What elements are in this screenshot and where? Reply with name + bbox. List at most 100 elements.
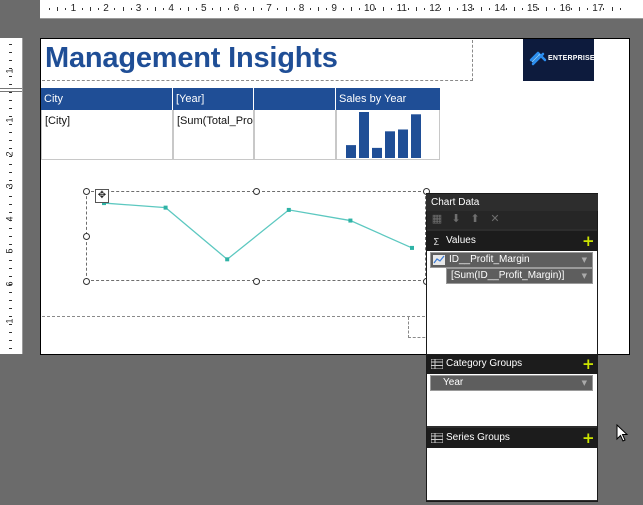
ruler-number: 5 [201, 3, 207, 14]
header-city[interactable]: City [41, 88, 173, 110]
ruler-tick [195, 8, 197, 10]
ruler-tick [9, 348, 12, 349]
ruler-number: 1 [4, 117, 15, 123]
logo-cross-icon [529, 51, 547, 66]
ruler-tick [513, 7, 515, 11]
move-down-icon[interactable]: ⬇ [450, 213, 462, 225]
add-series-group-button[interactable]: + [582, 431, 595, 446]
line-marker [410, 245, 414, 250]
ruler-tick [611, 7, 613, 11]
cell-sparkline[interactable] [336, 110, 440, 160]
header-year[interactable]: [Year] [173, 88, 254, 110]
ruler-tick [9, 332, 12, 333]
header-blank[interactable] [254, 88, 336, 110]
line-chart-icon [433, 255, 445, 265]
ruler-tick [9, 148, 12, 149]
ruler-tick [603, 8, 605, 10]
resize-handle-b[interactable] [253, 278, 260, 285]
ruler-tick [9, 196, 12, 197]
ruler-tick [179, 8, 181, 10]
ruler-tick [407, 8, 409, 10]
ruler-tick [9, 52, 12, 53]
ruler-tick [375, 8, 377, 10]
ruler-tick [9, 260, 12, 261]
ruler-number: 6 [233, 3, 240, 14]
add-value-button[interactable]: + [582, 234, 595, 249]
resize-handle-bl[interactable] [83, 278, 90, 285]
ruler-number: 16 [559, 3, 571, 14]
ruler-number: 1 [70, 3, 77, 14]
chevron-down-icon[interactable]: ▼ [582, 253, 587, 267]
table-icon [431, 359, 443, 369]
ruler-tick [538, 8, 540, 10]
ruler-number: 4 [168, 3, 174, 14]
ruler-tick [9, 204, 12, 205]
sum-icon: Σ [433, 237, 439, 246]
ruler-tick [489, 8, 491, 10]
ruler-tick [619, 8, 621, 10]
add-category-group-button[interactable]: + [582, 357, 595, 372]
value-expression-field[interactable]: [Sum(ID__Profit_Margin)] ▼ [446, 268, 593, 284]
line-chart-plot [102, 201, 414, 262]
ruler-tick [415, 7, 417, 11]
delete-icon[interactable]: ✕ [489, 213, 501, 225]
ruler-separator [0, 91, 22, 92]
mouse-cursor-icon [616, 424, 629, 442]
sparkline-bar [398, 129, 408, 158]
ruler-tick [448, 7, 450, 11]
series-groups-list [427, 448, 597, 500]
ruler-tick [228, 8, 230, 10]
ruler-tick [130, 8, 132, 10]
ruler-tick [9, 108, 12, 109]
ruler-tick [481, 7, 483, 11]
ruler-tick [81, 8, 83, 10]
ruler-tick [163, 8, 165, 10]
properties-icon[interactable]: ▦ [431, 213, 443, 225]
ruler-tick [9, 172, 12, 173]
ruler-tick [252, 7, 254, 11]
category-groups-label: Category Groups [446, 358, 523, 369]
ruler-tick [9, 244, 12, 245]
value-expression-label: [Sum(ID__Profit_Margin)] [451, 270, 565, 281]
ruler-tick [9, 316, 12, 317]
ruler-tick [587, 8, 589, 10]
header-sales-by-year[interactable]: Sales by Year [336, 88, 440, 110]
ruler-tick [578, 7, 580, 11]
move-handle-icon[interactable]: ✥ [95, 189, 109, 203]
ruler-number: 2 [103, 3, 109, 14]
chevron-down-icon[interactable]: ▼ [582, 269, 587, 283]
table-icon [431, 433, 443, 443]
ruler-number: 15 [527, 3, 539, 14]
line-series [103, 202, 413, 261]
cell-blank[interactable] [254, 110, 336, 160]
value-series-field[interactable]: ID__Profit_Margin ▼ [430, 252, 593, 268]
svg-text:Σ: Σ [433, 237, 439, 246]
page-title: Management Insights [45, 42, 338, 74]
ruler-tick [187, 7, 189, 11]
resize-handle-t[interactable] [253, 188, 260, 195]
ruler-tick [440, 8, 442, 10]
values-label: Values [446, 235, 476, 246]
ruler-tick [146, 8, 148, 10]
cell-city[interactable]: [City] [41, 110, 173, 160]
line-chart[interactable] [86, 191, 426, 281]
ruler-tick [309, 8, 311, 10]
category-year-field[interactable]: Year ▼ [430, 375, 593, 391]
resize-handle-l[interactable] [83, 233, 90, 240]
chevron-down-icon[interactable]: ▼ [582, 376, 587, 390]
ruler-tick [9, 140, 12, 141]
ruler-tick [342, 8, 344, 10]
values-section-header: Values [427, 231, 597, 251]
line-marker [225, 257, 230, 262]
move-up-icon[interactable]: ⬆ [469, 213, 481, 225]
ruler-tick [285, 7, 287, 11]
ruler-tick [155, 7, 157, 11]
sparkline-bar [359, 112, 369, 158]
cell-sum-total-profit[interactable]: [Sum(Total_Pro [173, 110, 254, 160]
ruler-tick [277, 8, 279, 10]
ruler-tick [49, 8, 51, 10]
resize-handle-tl[interactable] [83, 188, 90, 195]
ruler-tick [9, 292, 12, 293]
ruler-tick [326, 8, 328, 10]
sparkline-bar [411, 114, 421, 158]
